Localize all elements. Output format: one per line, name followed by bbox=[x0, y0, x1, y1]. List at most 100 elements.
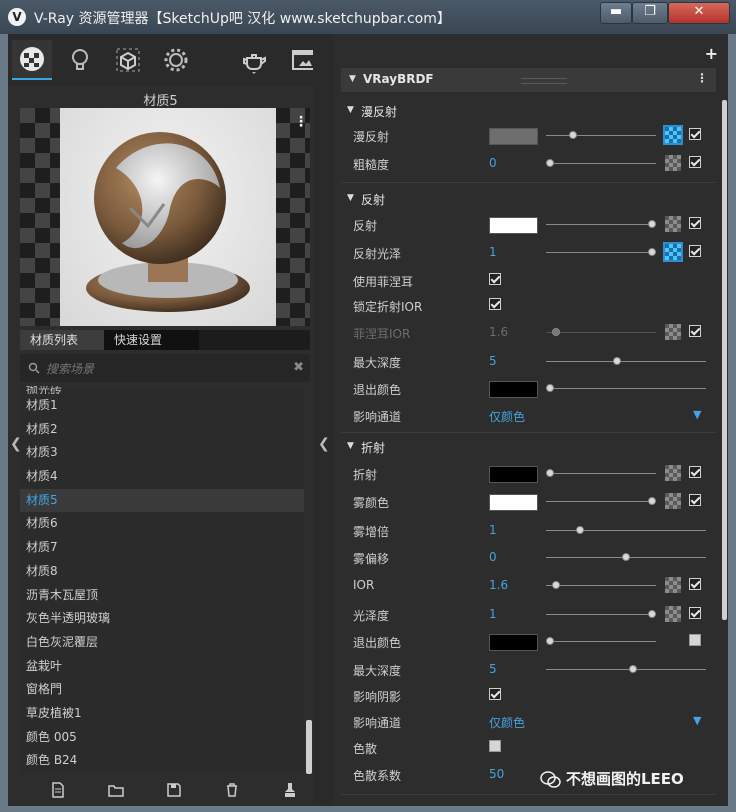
materials-tab[interactable] bbox=[12, 40, 52, 80]
list-scrollbar[interactable] bbox=[306, 720, 312, 774]
reflection-texture-slot[interactable] bbox=[665, 216, 681, 232]
ior-checkbox[interactable] bbox=[689, 578, 701, 590]
refraction-color-swatch[interactable] bbox=[489, 466, 538, 483]
refraction-glossiness-value[interactable]: 1 bbox=[489, 607, 497, 621]
reflection-max-depth-slider[interactable] bbox=[546, 361, 706, 362]
use-fresnel-checkbox[interactable] bbox=[489, 273, 501, 285]
collapse-left-arrow-icon[interactable]: ❮ bbox=[10, 436, 22, 452]
roughness-slider[interactable] bbox=[546, 163, 656, 164]
reflection-slider[interactable] bbox=[546, 224, 656, 225]
diffuse-slider[interactable] bbox=[546, 135, 656, 136]
reflection-slider-knob[interactable] bbox=[648, 220, 656, 228]
refraction-max-depth-value[interactable]: 5 bbox=[489, 662, 497, 676]
refraction-glossiness-slider[interactable] bbox=[546, 614, 656, 615]
list-item[interactable]: 盆栽叶 bbox=[20, 655, 304, 679]
reflection-glossiness-slider-knob[interactable] bbox=[648, 248, 656, 256]
chevron-down-icon[interactable]: ▼ bbox=[693, 408, 701, 421]
reflection-color-swatch[interactable] bbox=[489, 217, 538, 234]
list-item[interactable]: 材质1 bbox=[20, 394, 304, 418]
reflection-exit-color-swatch[interactable] bbox=[489, 381, 538, 398]
reflection-max-depth-slider-knob[interactable] bbox=[613, 357, 621, 365]
reflection-glossiness-checkbox[interactable] bbox=[689, 245, 701, 257]
refraction-exit-slider-knob[interactable] bbox=[546, 637, 554, 645]
save-icon[interactable] bbox=[166, 782, 182, 798]
list-item[interactable]: 材质4 bbox=[20, 465, 304, 489]
delete-icon[interactable] bbox=[224, 782, 240, 798]
diffuse-checkbox[interactable] bbox=[689, 128, 701, 140]
search-input[interactable] bbox=[44, 359, 288, 379]
section-reflection[interactable]: ▼ 反射 bbox=[341, 188, 716, 210]
refraction-glossiness-texture-slot[interactable] bbox=[665, 606, 681, 622]
reflection-glossiness-value[interactable]: 1 bbox=[489, 245, 497, 259]
tab-quick-settings[interactable]: 快速设置 bbox=[104, 330, 199, 350]
fog-color-slider[interactable] bbox=[546, 501, 656, 502]
list-item[interactable]: 材质6 bbox=[20, 512, 304, 536]
reflection-exit-slider[interactable] bbox=[546, 388, 706, 389]
dispersion-checkbox[interactable] bbox=[489, 740, 501, 752]
open-folder-icon[interactable] bbox=[108, 782, 124, 798]
refraction-glossiness-slider-knob[interactable] bbox=[648, 610, 656, 618]
list-item-partial[interactable]: 抛光砖 bbox=[20, 386, 304, 394]
refraction-glossiness-checkbox[interactable] bbox=[689, 607, 701, 619]
fog-color-checkbox[interactable] bbox=[689, 494, 701, 506]
refraction-texture-slot[interactable] bbox=[665, 465, 681, 481]
collapse-middle-arrow-icon[interactable]: ❮ bbox=[318, 436, 330, 452]
list-item[interactable]: 材质3 bbox=[20, 441, 304, 465]
refraction-exit-color-swatch[interactable] bbox=[489, 634, 538, 651]
refraction-exit-slider[interactable] bbox=[546, 641, 656, 642]
reflection-glossiness-slider[interactable] bbox=[546, 252, 656, 253]
new-file-icon[interactable] bbox=[50, 782, 66, 798]
add-layer-button[interactable]: + bbox=[705, 44, 718, 63]
reflection-glossiness-texture-slot[interactable] bbox=[663, 242, 683, 262]
diffuse-slider-knob[interactable] bbox=[569, 131, 577, 139]
geometry-tab[interactable] bbox=[108, 40, 148, 80]
list-item[interactable]: 材质2 bbox=[20, 418, 304, 442]
roughness-texture-slot[interactable] bbox=[665, 155, 681, 171]
minimize-button[interactable]: ▬ bbox=[600, 2, 632, 24]
fresnel-ior-texture-slot[interactable] bbox=[665, 324, 681, 340]
render-button[interactable] bbox=[234, 40, 274, 80]
purge-brush-icon[interactable] bbox=[282, 782, 298, 798]
tab-material-list[interactable]: 材质列表 bbox=[20, 330, 112, 350]
maximize-button[interactable]: ❐ bbox=[632, 2, 668, 24]
list-item[interactable]: 材质5 bbox=[20, 488, 304, 513]
fog-color-slider-knob[interactable] bbox=[648, 497, 656, 505]
fog-bias-slider-knob[interactable] bbox=[622, 553, 630, 561]
refraction-exit-checkbox[interactable] bbox=[689, 634, 701, 646]
refraction-checkbox[interactable] bbox=[689, 466, 701, 478]
list-item[interactable]: 沥青木瓦屋顶 bbox=[20, 584, 304, 608]
fog-multiplier-slider[interactable] bbox=[546, 530, 706, 531]
roughness-value[interactable]: 0 bbox=[489, 156, 497, 170]
fog-bias-value[interactable]: 0 bbox=[489, 550, 497, 564]
preview-options-button[interactable]: ⋮ bbox=[294, 114, 308, 130]
list-item[interactable]: 颜色 005 bbox=[20, 726, 304, 750]
settings-scrollbar[interactable] bbox=[722, 100, 727, 620]
reflection-checkbox[interactable] bbox=[689, 217, 701, 229]
list-item[interactable]: 白色灰泥覆层 bbox=[20, 631, 304, 655]
fog-multiplier-slider-knob[interactable] bbox=[576, 526, 584, 534]
reflection-max-depth-value[interactable]: 5 bbox=[489, 354, 497, 368]
section-refraction[interactable]: ▼ 折射 bbox=[341, 436, 716, 458]
diffuse-texture-slot[interactable] bbox=[663, 125, 683, 145]
affect-shadows-checkbox[interactable] bbox=[489, 688, 501, 700]
fog-multiplier-value[interactable]: 1 bbox=[489, 523, 497, 537]
fresnel-ior-checkbox[interactable] bbox=[689, 325, 701, 337]
ior-slider-knob[interactable] bbox=[552, 581, 560, 589]
roughness-checkbox[interactable] bbox=[689, 156, 701, 168]
refraction-max-depth-slider[interactable] bbox=[546, 669, 706, 670]
list-item[interactable]: 颜色 B24 bbox=[20, 749, 304, 773]
close-button[interactable]: ✕ bbox=[668, 2, 730, 24]
chevron-down-icon[interactable]: ▼ bbox=[693, 714, 701, 727]
dispersion-abbe-value[interactable]: 50 bbox=[489, 767, 504, 781]
settings-tab[interactable] bbox=[156, 40, 196, 80]
fog-color-swatch[interactable] bbox=[489, 494, 538, 511]
refraction-max-depth-slider-knob[interactable] bbox=[629, 665, 637, 673]
ior-texture-slot[interactable] bbox=[665, 577, 681, 593]
list-item[interactable]: 材质7 bbox=[20, 536, 304, 560]
clear-search-button[interactable]: ✖ bbox=[293, 360, 304, 375]
section-diffuse[interactable]: ▼ 漫反射 bbox=[341, 100, 716, 122]
refraction-slider[interactable] bbox=[546, 473, 656, 474]
diffuse-color-swatch[interactable] bbox=[489, 128, 538, 145]
title-bar[interactable]: V V-Ray 资源管理器【SketchUp吧 汉化 www.sketchupb… bbox=[0, 0, 736, 34]
fog-color-texture-slot[interactable] bbox=[665, 493, 681, 509]
